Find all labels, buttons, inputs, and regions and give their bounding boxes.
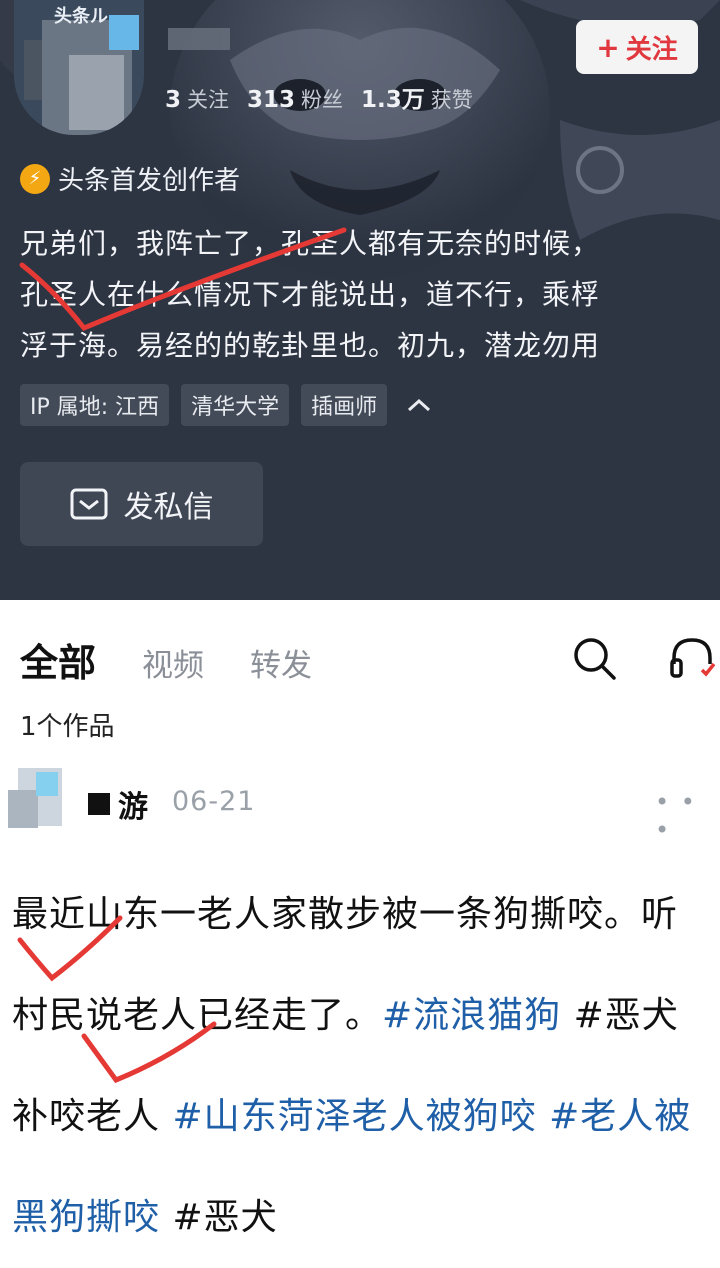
likes-label: 获赞 <box>430 88 473 112</box>
avatar-tag-text: 头条ル <box>54 6 108 27</box>
post-avatar[interactable] <box>8 768 64 830</box>
following-count[interactable]: 3 <box>165 87 181 113</box>
tab-video[interactable]: 视频 <box>142 640 204 685</box>
creator-badge-label: 头条首发创作者 <box>58 166 241 196</box>
tag-ip-location: IP 属地: 江西 <box>20 384 170 426</box>
likes-count: 1.3万 <box>361 87 425 113</box>
mail-icon <box>70 488 107 520</box>
tab-repost[interactable]: 转发 <box>250 640 312 685</box>
tag-school: 清华大学 <box>181 384 290 426</box>
post-date: 06-21 <box>172 786 256 817</box>
profile-stats: 3 关注 313 粉丝 1.3万 获赞 <box>165 80 491 114</box>
content-tabs: 全部 视频 转发 <box>20 632 312 687</box>
more-options-icon[interactable]: • • • <box>655 788 720 844</box>
send-message-label: 发私信 <box>123 490 214 525</box>
chevron-up-icon[interactable] <box>399 384 439 426</box>
following-label[interactable]: 关注 <box>187 84 229 114</box>
profile-header: 头条ル + 关注 3 关注 313 粉丝 1.3万 获赞 ⚡ 头条首发创作者 兄… <box>0 0 720 600</box>
post-author[interactable]: 游 <box>88 782 148 826</box>
post-body[interactable]: 最近山东一老人家散步被一条狗撕咬。听村民说老人已经走了。#流浪猫狗 #恶犬补咬老… <box>12 864 712 1268</box>
follow-label: 关注 <box>625 34 678 65</box>
author-name-redaction <box>88 793 110 815</box>
avatar[interactable]: 头条ル <box>14 0 144 135</box>
fans-count[interactable]: 313 <box>247 87 295 113</box>
tag-occupation: 插画师 <box>301 384 388 426</box>
tab-all[interactable]: 全部 <box>20 632 96 687</box>
creator-badge-row: ⚡ 头条首发创作者 <box>20 160 240 197</box>
plus-icon: + <box>596 30 620 64</box>
search-icon[interactable] <box>570 634 618 682</box>
hashtag-evil-dog[interactable]: #恶犬 <box>172 1197 277 1238</box>
hashtag-stray-cats-dogs[interactable]: #流浪猫狗 <box>382 995 561 1036</box>
headset-icon[interactable] <box>668 634 716 682</box>
works-count: 1个作品 <box>20 712 115 742</box>
username-blurred <box>168 28 230 50</box>
profile-tags: IP 属地: 江西 清华大学 插画师 <box>20 384 439 426</box>
post-author-name: 游 <box>118 790 148 825</box>
send-message-button[interactable]: 发私信 <box>20 462 263 546</box>
follow-button[interactable]: + 关注 <box>576 20 698 74</box>
lightning-icon: ⚡ <box>20 163 50 194</box>
fans-label[interactable]: 粉丝 <box>301 84 343 114</box>
hashtag-shandong-heze[interactable]: #山东菏泽老人被狗咬 <box>172 1096 536 1137</box>
profile-bio: 兄弟们，我阵亡了，孔圣人都有无奈的时候， 孔圣人在什么情况下才能说出，道不行，乘… <box>20 227 601 362</box>
